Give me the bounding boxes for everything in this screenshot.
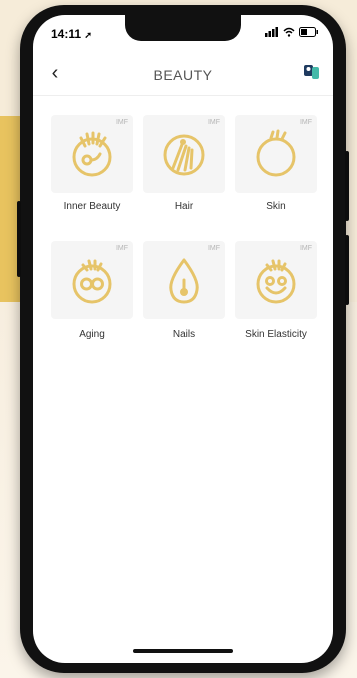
category-label: Hair (174, 201, 194, 212)
category-label: Skin (266, 201, 286, 212)
phone-screen: 14:11 ➚ ‹ BEAUTY IMF Inner Beauty IMF Ha… (33, 15, 333, 663)
aging-icon (72, 259, 112, 304)
status-bar: 14:11 ➚ (33, 15, 333, 51)
skin-icon (256, 129, 296, 177)
signal-icon (265, 27, 278, 37)
page-title: BEAUTY (153, 67, 213, 83)
nails-icon (169, 258, 199, 304)
profile-toggle-button[interactable] (301, 61, 323, 83)
category-card-hair[interactable]: IMF (143, 115, 225, 193)
phone-side-button (345, 235, 349, 305)
category-card-aging[interactable]: IMF (51, 241, 133, 319)
category-label: Skin Elasticity (245, 329, 307, 340)
imf-badge: IMF (115, 119, 128, 126)
status-time: 14:11 ➚ (51, 27, 92, 41)
category-card-skin-elasticity[interactable]: IMF (235, 241, 317, 319)
imf-badge: IMF (299, 119, 312, 126)
hair-icon (163, 134, 205, 176)
category-label: Aging (79, 329, 105, 340)
home-indicator[interactable] (133, 649, 233, 653)
imf-badge: IMF (115, 245, 128, 252)
app-header: ‹ BEAUTY (33, 59, 333, 96)
person-card-icon (304, 65, 319, 79)
wifi-icon (283, 27, 295, 37)
category-label: Inner Beauty (63, 201, 121, 212)
category-label: Nails (172, 329, 196, 340)
category-card-skin[interactable]: IMF (235, 115, 317, 193)
status-time-text: 14:11 (51, 27, 82, 41)
location-arrow-icon: ➚ (84, 30, 92, 40)
inner-beauty-icon (72, 131, 112, 177)
category-card-nails[interactable]: IMF (143, 241, 225, 319)
category-card-inner-beauty[interactable]: IMF (51, 115, 133, 193)
battery-icon (299, 27, 318, 37)
skin-elasticity-icon (256, 259, 296, 304)
phone-side-button (17, 201, 21, 277)
imf-badge: IMF (299, 245, 312, 252)
status-icons (265, 27, 319, 37)
phone-frame: 14:11 ➚ ‹ BEAUTY IMF Inner Beauty IMF Ha… (17, 5, 349, 673)
imf-badge: IMF (207, 119, 220, 126)
phone-side-button (345, 151, 349, 221)
imf-badge: IMF (207, 245, 220, 252)
